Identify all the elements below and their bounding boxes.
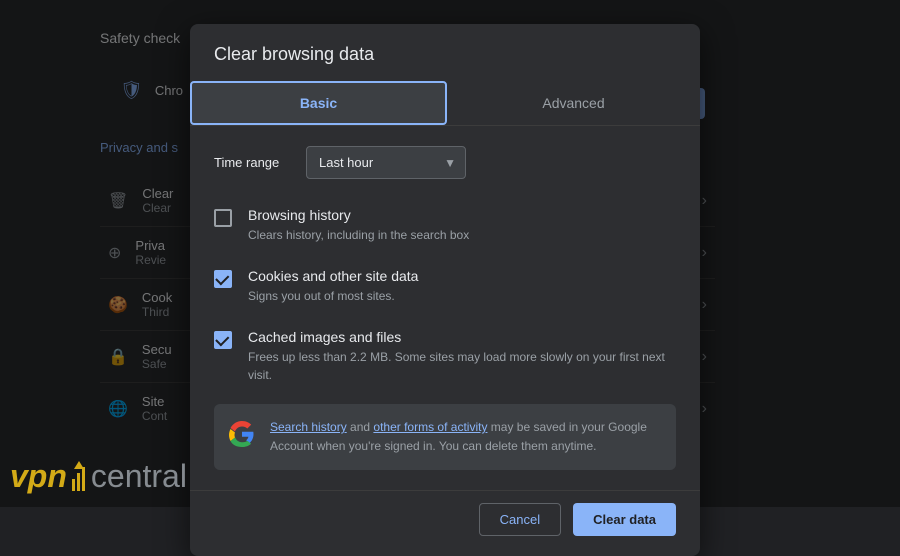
- google-logo: [228, 420, 256, 448]
- other-activity-link[interactable]: other forms of activity: [373, 420, 487, 434]
- checkbox-list: Browsing history Clears history, includi…: [190, 195, 700, 396]
- clear-browsing-dialog: Clear browsing data Basic Advanced Time …: [190, 24, 700, 556]
- tab-advanced[interactable]: Advanced: [447, 81, 700, 125]
- cancel-button[interactable]: Cancel: [479, 503, 561, 536]
- browsing-history-desc: Clears history, including in the search …: [248, 226, 676, 244]
- vpn-signal-icon: [70, 459, 88, 495]
- cookies-label: Cookies and other site data: [248, 268, 676, 284]
- cookies-item: Cookies and other site data Signs you ou…: [214, 256, 676, 317]
- browsing-history-item: Browsing history Clears history, includi…: [214, 195, 676, 256]
- google-info-connector1: and: [347, 420, 374, 434]
- vpn-text: vpn: [10, 458, 67, 495]
- google-info-text: Search history and other forms of activi…: [270, 418, 662, 456]
- dialog-title: Clear browsing data: [190, 24, 700, 81]
- time-range-label: Time range: [214, 155, 294, 170]
- cookies-checkbox[interactable]: [214, 270, 232, 288]
- tab-basic[interactable]: Basic: [190, 81, 447, 125]
- browsing-history-checkbox[interactable]: [214, 209, 232, 227]
- dialog-tabs: Basic Advanced: [190, 81, 700, 126]
- dialog-footer: Cancel Clear data: [190, 490, 700, 556]
- time-range-row: Time range Last hour Last 24 hours Last …: [190, 126, 700, 195]
- browsing-history-content: Browsing history Clears history, includi…: [248, 207, 676, 244]
- cached-item: Cached images and files Frees up less th…: [214, 317, 676, 396]
- vpn-watermark: vpn central: [10, 458, 187, 495]
- cached-label: Cached images and files: [248, 329, 676, 345]
- google-info-box: Search history and other forms of activi…: [214, 404, 676, 470]
- central-text: central: [91, 458, 187, 495]
- cached-content: Cached images and files Frees up less th…: [248, 329, 676, 384]
- browsing-history-label: Browsing history: [248, 207, 676, 223]
- cookies-content: Cookies and other site data Signs you ou…: [248, 268, 676, 305]
- cached-desc: Frees up less than 2.2 MB. Some sites ma…: [248, 348, 676, 384]
- time-range-select[interactable]: Last hour Last 24 hours Last 7 days Last…: [306, 146, 466, 179]
- clear-data-button[interactable]: Clear data: [573, 503, 676, 536]
- search-history-link[interactable]: Search history: [270, 420, 347, 434]
- cookies-desc: Signs you out of most sites.: [248, 287, 676, 305]
- time-range-select-wrapper: Last hour Last 24 hours Last 7 days Last…: [306, 146, 466, 179]
- cached-checkbox[interactable]: [214, 331, 232, 349]
